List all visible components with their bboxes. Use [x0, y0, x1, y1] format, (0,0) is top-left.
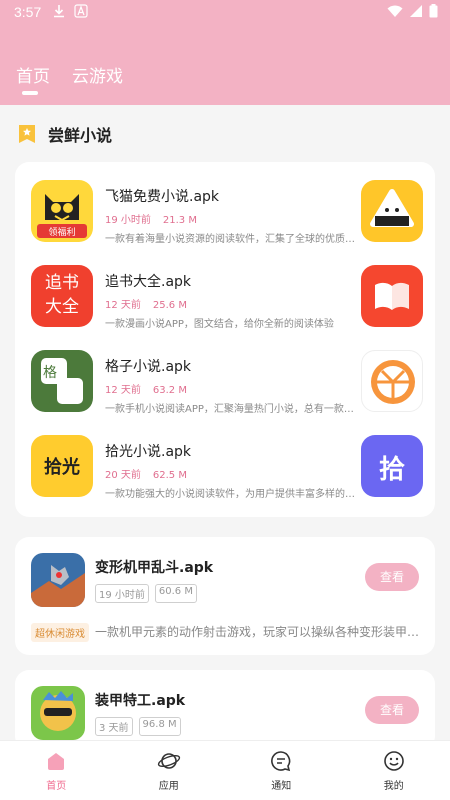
- shiguang-icon: 拾光: [31, 435, 93, 497]
- tab-cloud-games[interactable]: 云游戏: [72, 62, 123, 87]
- status-bar: 3:57: [0, 0, 450, 24]
- game-time-tag: 3 天前: [95, 717, 133, 736]
- tab-indicator: [22, 91, 38, 95]
- app-desc: 一款有着海量小说资源的阅读软件，汇集了全球的优质小说: [105, 234, 355, 245]
- app-meta: 19 小时前 21.3 M: [105, 211, 209, 226]
- nav-home[interactable]: 首页: [0, 741, 113, 800]
- mech-game-icon: [31, 553, 85, 607]
- rice-ball-icon[interactable]: [361, 180, 423, 242]
- top-header: 3:57 首页 云游戏: [0, 0, 450, 105]
- shi-logo-icon[interactable]: 拾: [361, 435, 423, 497]
- section-title: 尝鲜小说: [48, 126, 113, 145]
- download-icon: [54, 5, 64, 18]
- list-item[interactable]: 拾光 拾光小说.apk 20 天前 62.5 M 一款功能强大的小说阅读软件，为用…: [15, 425, 435, 510]
- game-tags: 3 天前 96.8 M: [95, 717, 181, 736]
- orange-slice-icon[interactable]: [361, 350, 423, 412]
- battery-icon: [429, 4, 438, 18]
- signal-icon: [410, 5, 422, 17]
- app-size: 25.6 M: [152, 300, 187, 311]
- gezi-icon: 格 子: [31, 350, 93, 412]
- app-size: 62.5 M: [152, 470, 187, 481]
- game-desc: 一款机甲元素的动作射击游戏，玩家可以操纵各种变形装甲进行战斗: [95, 625, 420, 639]
- game-size-tag: 60.6 M: [154, 584, 197, 603]
- nav-notifications[interactable]: 通知: [225, 741, 338, 800]
- badge-text: 追书 大全: [45, 273, 79, 317]
- badge-text: 格 子: [43, 365, 57, 407]
- game-time-tag: 19 小时前: [95, 584, 149, 603]
- agent-game-icon: [31, 686, 85, 740]
- smile-icon: [383, 751, 404, 771]
- a-icon: [74, 4, 88, 18]
- app-time: 20 天前: [105, 470, 141, 481]
- top-tabs: 首页 云游戏: [16, 62, 123, 87]
- nav-apps[interactable]: 应用: [113, 741, 226, 800]
- app-name: 拾光小说.apk: [105, 444, 192, 460]
- view-button[interactable]: 查看: [365, 696, 419, 724]
- nav-label: 通知: [271, 781, 292, 792]
- bookmark-star-icon: [19, 125, 35, 143]
- app-time: 19 小时前: [105, 215, 151, 226]
- cat-icon: 领福利: [31, 180, 93, 242]
- status-icons: [387, 4, 438, 18]
- nav-label: 应用: [158, 781, 179, 792]
- wifi-icon: [387, 5, 403, 17]
- nav-label: 首页: [46, 781, 67, 792]
- app-desc: 一款漫画小说APP，图文结合，给你全新的阅读体验: [105, 319, 334, 330]
- app-time: 12 天前: [105, 300, 141, 311]
- section-header: 尝鲜小说: [16, 122, 112, 146]
- view-button[interactable]: 查看: [365, 563, 419, 591]
- nav-profile[interactable]: 我的: [338, 741, 450, 800]
- app-meta: 20 天前 62.5 M: [105, 466, 199, 481]
- novel-list-card: 领福利 飞猫免费小说.apk 19 小时前 21.3 M 一款有着海量小说资源的阅…: [15, 162, 435, 517]
- app-name: 格子小说.apk: [105, 359, 192, 375]
- badge-text: 领福利: [48, 228, 76, 238]
- badge-text: 拾光: [44, 457, 80, 478]
- open-book-icon[interactable]: [361, 265, 423, 327]
- chat-icon: [271, 751, 291, 772]
- side-badge-text: 拾: [378, 455, 405, 485]
- game-tags: 19 小时前 60.6 M: [95, 584, 197, 603]
- home-icon: [48, 753, 65, 770]
- app-name: 飞猫免费小说.apk: [105, 189, 220, 205]
- app-meta: 12 天前 63.2 M: [105, 381, 199, 396]
- app-desc: 一款功能强大的小说阅读软件，为用户提供丰富多样的小说: [105, 489, 355, 500]
- list-item[interactable]: 格 子 格子小说.apk 12 天前 63.2 M 一款手机小说阅读APP，汇聚海…: [15, 340, 435, 425]
- game-size-tag: 96.8 M: [138, 717, 181, 736]
- game-name: 变形机甲乱斗.apk: [95, 560, 214, 576]
- app-size: 63.2 M: [152, 385, 187, 396]
- zhuishu-icon: 追书 大全: [31, 265, 93, 327]
- bottom-nav: 首页 应用 通知 我的: [0, 740, 450, 800]
- app-name: 追书大全.apk: [105, 274, 192, 290]
- tab-home[interactable]: 首页: [16, 62, 50, 87]
- game-category: 超休闲游戏: [31, 623, 89, 642]
- status-time: 3:57: [14, 4, 42, 20]
- list-item[interactable]: 追书 大全 追书大全.apk 12 天前 25.6 M 一款漫画小说APP，图文结…: [15, 255, 435, 340]
- nav-label: 我的: [383, 781, 404, 792]
- app-desc: 一款手机小说阅读APP，汇聚海量热门小说，总有一款适合你: [105, 404, 355, 415]
- app-meta: 12 天前 25.6 M: [105, 296, 199, 311]
- app-size: 21.3 M: [162, 215, 197, 226]
- list-item[interactable]: 领福利 飞猫免费小说.apk 19 小时前 21.3 M 一款有着海量小说资源的阅…: [15, 170, 435, 255]
- planet-icon: [157, 753, 180, 769]
- game-card[interactable]: 装甲特工.apk 3 天前 96.8 M 查看: [15, 670, 435, 750]
- app-time: 12 天前: [105, 385, 141, 396]
- game-name: 装甲特工.apk: [95, 693, 186, 709]
- game-card[interactable]: 变形机甲乱斗.apk 19 小时前 60.6 M 查看 超休闲游戏 一款机甲元素…: [15, 537, 435, 655]
